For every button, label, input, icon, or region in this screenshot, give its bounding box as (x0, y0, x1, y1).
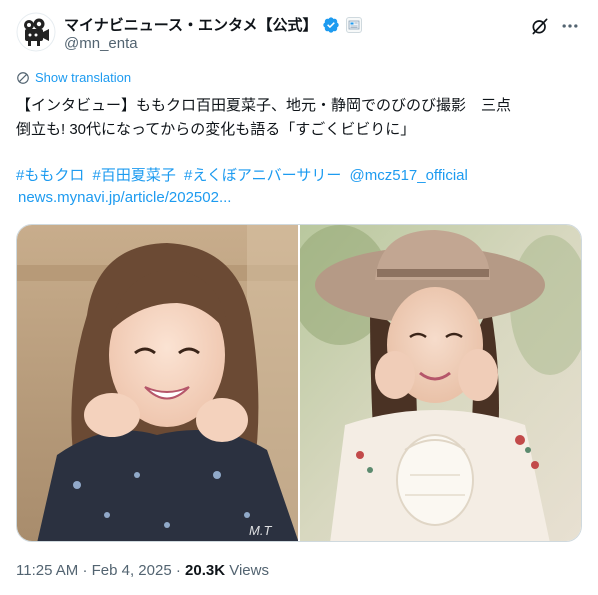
show-translation-label[interactable]: Show translation (35, 70, 131, 85)
tweet-date[interactable]: Feb 4, 2025 (92, 562, 172, 579)
media-grid: M.T (16, 224, 582, 542)
tweet-meta: 11:25 AM · Feb 4, 2025 · 20.3K Views (16, 562, 269, 579)
meta-separator: · (82, 562, 88, 579)
more-button[interactable] (558, 14, 582, 38)
display-name[interactable]: マイナビニュース・エンタメ【公式】 (64, 14, 318, 35)
verified-badge-icon[interactable] (322, 16, 340, 34)
photo-hat-portrait[interactable] (300, 225, 581, 541)
handle[interactable]: @mn_enta (64, 35, 138, 52)
name-row: マイナビニュース・エンタメ【公式】 (64, 14, 362, 35)
avatar[interactable] (16, 12, 56, 52)
watermark-text: M.T (249, 523, 272, 538)
avatar-logo-icon (16, 12, 56, 52)
tweet-text-line: 倒立も! 30代になってからの変化も語る「すごくビビりに」 (16, 121, 416, 138)
article-link[interactable]: news.mynavi.jp/article/202502... (18, 189, 231, 206)
hashtag-link[interactable]: #えくぼアニバーサリー (184, 167, 341, 184)
tweet-header: マイナビニュース・エンタメ【公式】 @mn_enta (16, 8, 582, 56)
grok-icon (532, 18, 548, 35)
grok-button[interactable] (528, 14, 552, 38)
translate-icon (17, 71, 29, 84)
show-translation-link[interactable]: Show translation (16, 70, 131, 85)
views-label: Views (229, 562, 269, 579)
photo-interview-portrait[interactable]: M.T (17, 225, 298, 541)
tweet-text: 【インタビュー】ももクロ百田夏菜子、地元・静岡でのびのび撮影 三点 倒立も! 3… (16, 94, 586, 142)
views-count: 20.3K (185, 562, 226, 579)
meta-separator: · (175, 562, 181, 579)
mention-link[interactable]: @mcz517_official (350, 167, 468, 184)
news-affiliate-badge-icon[interactable] (345, 16, 362, 33)
tweet-time[interactable]: 11:25 AM (16, 562, 78, 579)
tweet-text-line: 【インタビュー】ももクロ百田夏菜子、地元・静岡でのびのび撮影 三点 (16, 97, 512, 114)
hashtag-row: #ももクロ #百田夏菜子 #えくぼアニバーサリー @mcz517_officia… (16, 164, 586, 188)
more-icon (562, 24, 578, 28)
hashtag-link[interactable]: #ももクロ (16, 167, 84, 184)
hashtag-link[interactable]: #百田夏菜子 (93, 167, 176, 184)
